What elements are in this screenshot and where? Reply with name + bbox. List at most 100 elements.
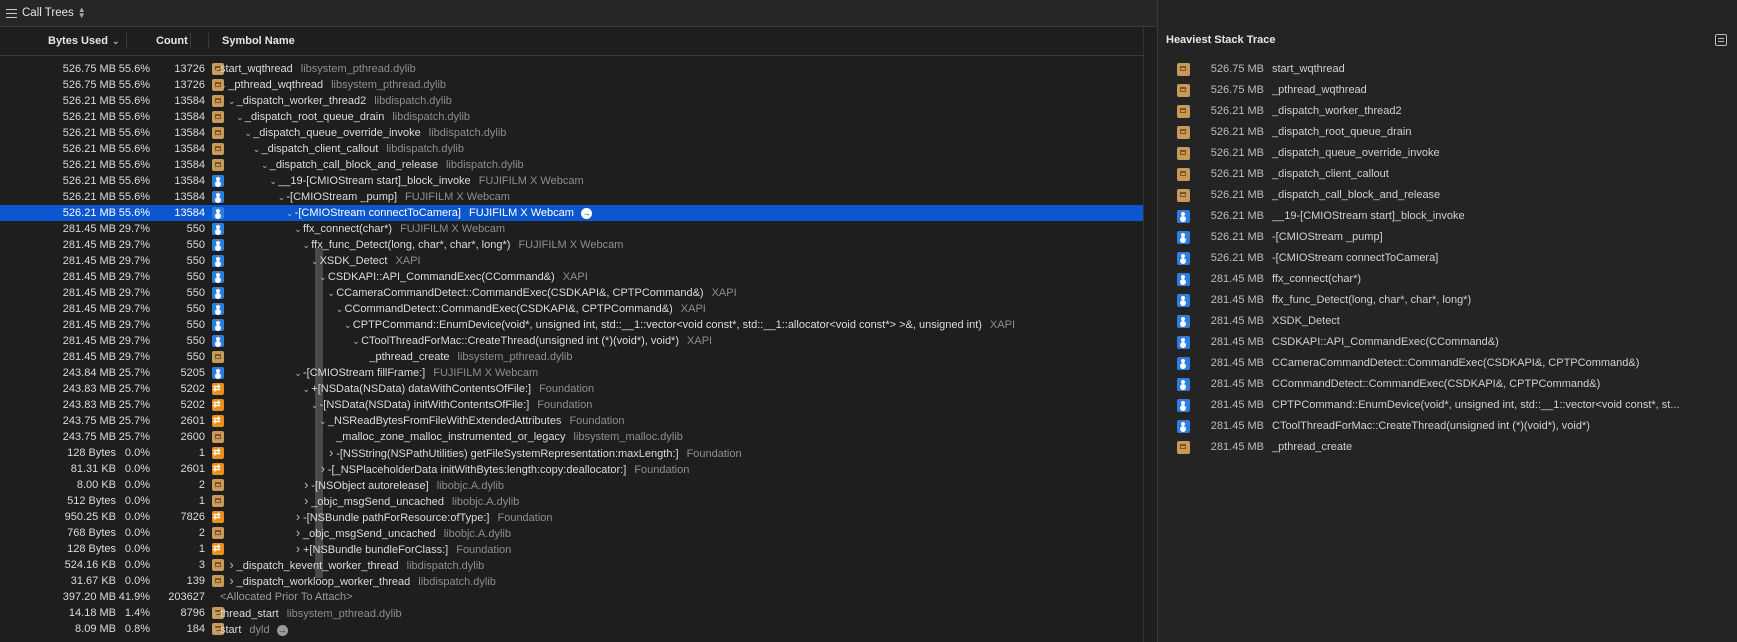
disclosure-closed-icon[interactable]: ›	[293, 541, 303, 557]
disclosure-closed-icon[interactable]: ›	[210, 621, 220, 637]
table-row[interactable]: 526.21 MB 55.6% 13584 ⌄_dispatch_queue_over…	[0, 125, 1143, 141]
disclosure-closed-icon[interactable]: ›	[227, 573, 237, 589]
stack-frame[interactable]: 526.21 MB _dispatch_root_queue_drain	[1158, 122, 1737, 143]
list-menu-icon[interactable]	[6, 8, 17, 18]
disclosure-open-icon[interactable]: ⌄	[310, 253, 320, 269]
table-row[interactable]: 243.83 MB25.7% 5202 ⌄+[NSData(NSData) data…	[0, 380, 1143, 397]
disclosure-open-icon[interactable]: ⌄	[252, 141, 262, 157]
disclosure-open-icon[interactable]: ⌄	[293, 365, 303, 381]
stack-frame[interactable]: 281.45 MB CToolThreadForMac::CreateThread…	[1158, 416, 1737, 437]
disclosure-open-icon[interactable]: ⌄	[235, 109, 245, 125]
disclosure-open-icon[interactable]: ⌄	[335, 301, 345, 317]
stack-frame[interactable]: 526.21 MB _dispatch_client_callout	[1158, 164, 1737, 185]
table-row[interactable]: 14.18 MB 1.4% 8796 › thread_start libsystem_p…	[0, 605, 1143, 621]
view-selector-label[interactable]: Call Trees	[22, 7, 74, 19]
table-row[interactable]: 31.67 KB 0.0% 139 › _dispatch_workloop_worke…	[0, 573, 1143, 589]
disclosure-closed-icon[interactable]: ›	[227, 557, 237, 573]
stack-frame[interactable]: 281.45 MB CPTPCommand::EnumDevice(void*, …	[1158, 395, 1737, 416]
table-row[interactable]: 526.21 MB 55.6% 13584 ⌄-[CMIOStream _pump] F…	[0, 189, 1143, 205]
stack-frame[interactable]: 526.75 MB start_wqthread	[1158, 59, 1737, 80]
inspector-toggle-icon[interactable]	[1715, 34, 1727, 46]
table-row[interactable]: 8.09 MB 0.8% 184 › start dyld →	[0, 621, 1143, 637]
splitter[interactable]	[1143, 27, 1157, 642]
stack-frame[interactable]: 281.45 MB CCameraCommandDetect::CommandEx…	[1158, 353, 1737, 374]
disclosure-open-icon[interactable]: ⌄	[343, 317, 353, 333]
table-row[interactable]: 526.21 MB 55.6% 13584 ⌄__19-[CMIOStream sta…	[0, 173, 1143, 189]
disclosure-open-icon[interactable]: ⌄	[210, 61, 220, 77]
stack-frame[interactable]: 281.45 MB ffx_func_Detect(long, char*, ch…	[1158, 290, 1737, 311]
disclosure-closed-icon[interactable]: ›	[326, 445, 336, 461]
disclosure-open-icon[interactable]: ⌄	[285, 205, 295, 221]
table-row[interactable]: 526.21 MB 55.6% 13584 ⌄_dispatch_worker_thr…	[0, 93, 1143, 109]
stack-frame[interactable]: 281.45 MB _pthread_create	[1158, 437, 1737, 458]
table-row[interactable]: 281.45 MB 29.7% 550 ⌄CSDKAPI::API_CommandEx…	[0, 269, 1143, 285]
disclosure-open-icon[interactable]: ⌄	[260, 157, 270, 173]
stack-frame[interactable]: 281.45 MB ffx_connect(char*)	[1158, 269, 1737, 290]
disclosure-open-icon[interactable]: ⌄	[301, 237, 311, 253]
focus-arrow-icon[interactable]: →	[580, 207, 592, 219]
table-row[interactable]: 281.45 MB 29.7% 550 ⌄XSDK_Detect XAPI	[0, 253, 1143, 269]
table-row[interactable]: 526.21 MB 55.6% 13584 ⌄-[CMIOStream connect…	[0, 205, 1143, 221]
table-row[interactable]: 526.75 MB 55.6% 13726 ⌄start_wqthread libsys…	[0, 61, 1143, 77]
table-row[interactable]: 128 Bytes 0.0% 1 ›-[NSString(NSPathUtilitie…	[0, 444, 1143, 461]
stack-frame[interactable]: 526.21 MB -[CMIOStream connectToCamera]	[1158, 248, 1737, 269]
disclosure-closed-icon[interactable]: ›	[293, 525, 303, 541]
disclosure-open-icon[interactable]: ⌄	[293, 221, 303, 237]
table-row[interactable]: 397.20 MB 41.9% 203627 <Allocated Prior To …	[0, 589, 1143, 605]
table-row[interactable]: 243.84 MB 25.7% 5205 ⌄-[CMIOStream fillFram…	[0, 365, 1143, 381]
focus-arrow-icon[interactable]: →	[276, 624, 288, 636]
disclosure-open-icon[interactable]: ⌄	[310, 397, 320, 413]
table-row[interactable]: 281.45 MB 29.7% 550 ⌄CPTPCommand::EnumDevic…	[0, 317, 1143, 333]
table-row[interactable]: 243.75 MB25.7% 2601 ⌄_NSReadBytesFromFileW…	[0, 412, 1143, 429]
table-row[interactable]: 950.25 KB 0.0% 7826 ›-[NSBundle pathForReso…	[0, 508, 1143, 525]
disclosure-open-icon[interactable]: ⌄	[301, 381, 311, 397]
sort-chevron-icon[interactable]: ⌄	[112, 36, 120, 47]
disclosure-open-icon[interactable]: ⌄	[227, 93, 237, 109]
disclosure-open-icon[interactable]: ⌄	[318, 269, 328, 285]
table-row[interactable]: 526.21 MB 55.6% 13584 ⌄_dispatch_client_cal…	[0, 141, 1143, 157]
disclosure-open-icon[interactable]: ⌄	[218, 77, 228, 93]
disclosure-open-icon[interactable]: ⌄	[276, 189, 286, 205]
disclosure-closed-icon[interactable]: ›	[293, 509, 303, 525]
chevron-updown-icon[interactable]: ▲ ▼	[78, 6, 86, 20]
stack-frame[interactable]: 526.21 MB __19-[CMIOStream start]_block_i…	[1158, 206, 1737, 227]
column-symbol-name[interactable]: Symbol Name	[222, 35, 295, 47]
disclosure-open-icon[interactable]: ⌄	[318, 413, 328, 429]
stack-frame[interactable]: 526.21 MB _dispatch_call_block_and_releas…	[1158, 185, 1737, 206]
table-row[interactable]: 243.75 MB 25.7% 2600 _malloc_zone_malloc_in…	[0, 429, 1143, 445]
disclosure-open-icon[interactable]: ⌄	[268, 173, 278, 189]
table-row[interactable]: 281.45 MB 29.7% 550 ⌄CCommandDetect::Comman…	[0, 301, 1143, 317]
table-row[interactable]: 526.21 MB 55.6% 13584 ⌄_dispatch_root_queue…	[0, 109, 1143, 125]
table-row[interactable]: 281.45 MB 29.7% 550 ⌄CToolThreadForMac::Cre…	[0, 333, 1143, 349]
stack-frame[interactable]: 526.21 MB _dispatch_worker_thread2	[1158, 101, 1737, 122]
disclosure-closed-icon[interactable]: ›	[301, 493, 311, 509]
table-row[interactable]: 281.45 MB 29.7% 550 ⌄ffx_func_Detect(long, …	[0, 237, 1143, 253]
disclosure-open-icon[interactable]: ⌄	[351, 333, 361, 349]
stack-frame[interactable]: 526.21 MB -[CMIOStream _pump]	[1158, 227, 1737, 248]
stack-frame[interactable]: 281.45 MB CCommandDetect::CommandExec(CSD…	[1158, 374, 1737, 395]
disclosure-closed-icon[interactable]: ›	[318, 461, 328, 477]
count-cell: 550	[186, 351, 205, 363]
table-row[interactable]: 281.45 MB 29.7% 550 ⌄ffx_connect(char*) FUJI…	[0, 221, 1143, 237]
table-row[interactable]: 243.83 MB25.7% 5202 ⌄-[NSData(NSData) init…	[0, 396, 1143, 413]
stack-frame[interactable]: 526.21 MB _dispatch_queue_override_invoke	[1158, 143, 1737, 164]
column-count[interactable]: Count	[156, 35, 188, 47]
stack-frame[interactable]: 281.45 MB CSDKAPI::API_CommandExec(CComma…	[1158, 332, 1737, 353]
table-row[interactable]: 281.45 MB 29.7% 550 ⌄CCameraCommandDetect::…	[0, 285, 1143, 301]
disclosure-open-icon[interactable]: ⌄	[326, 285, 336, 301]
table-row[interactable]: 81.31 KB 0.0% 2601 ›-[_NSPlaceholderData in…	[0, 460, 1143, 477]
table-row[interactable]: 524.16 KB 0.0% 3 › _dispatch_kevent_worker_t…	[0, 557, 1143, 573]
table-row[interactable]: 281.45 MB 29.7% 550 _pthread_create libsyste…	[0, 349, 1143, 365]
table-row[interactable]: 512 Bytes 0.0% 1 › _objc_msgSend_uncached lib…	[0, 493, 1143, 509]
table-row[interactable]: 526.75 MB 55.6% 13726 ⌄_pthread_wqthread lib…	[0, 77, 1143, 93]
column-bytes-used[interactable]: Bytes Used	[48, 35, 108, 47]
table-row[interactable]: 526.21 MB 55.6% 13584 ⌄_dispatch_call_block…	[0, 157, 1143, 173]
stack-frame[interactable]: 526.75 MB _pthread_wqthread	[1158, 80, 1737, 101]
disclosure-closed-icon[interactable]: ›	[301, 477, 311, 493]
disclosure-closed-icon[interactable]: ›	[210, 605, 220, 621]
disclosure-open-icon[interactable]: ⌄	[243, 125, 253, 141]
stack-frame[interactable]: 281.45 MB XSDK_Detect	[1158, 311, 1737, 332]
table-row[interactable]: 768 Bytes 0.0% 2 › _objc_msgSend_uncached lib…	[0, 525, 1143, 541]
table-row[interactable]: 128 Bytes 0.0% 1 ›+[NSBundle bundleForClass…	[0, 540, 1143, 557]
table-row[interactable]: 8.00 KB 0.0% 2 › -[NSObject autorelease] libo…	[0, 477, 1143, 493]
